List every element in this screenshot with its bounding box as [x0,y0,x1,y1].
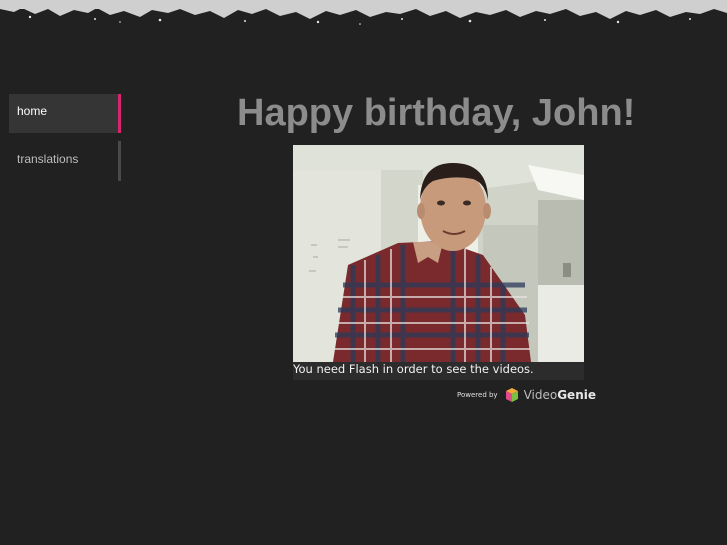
powered-by-videogenie-link[interactable]: Powered by VideoGenie [457,386,596,404]
video-player[interactable] [293,145,584,362]
nav-item-label: home [17,104,48,118]
nav-item-translations[interactable]: translations [9,141,121,181]
video-thumbnail [293,145,584,362]
videogenie-wordmark: VideoGenie [523,388,596,402]
powered-by-label: Powered by [457,391,498,399]
active-indicator [118,94,121,133]
page-title: Happy birthday, John! [237,92,636,134]
grunge-top-border [0,0,727,25]
nav-divider [118,141,121,181]
flash-required-message: You need Flash in order to see the video… [293,362,584,380]
nav-item-label: translations [17,152,79,166]
page: home translations Happy birthday, John! [0,0,727,545]
videogenie-logo-icon [505,388,518,402]
nav-item-home[interactable]: home [9,94,121,133]
sidebar-nav: home translations [9,94,121,189]
